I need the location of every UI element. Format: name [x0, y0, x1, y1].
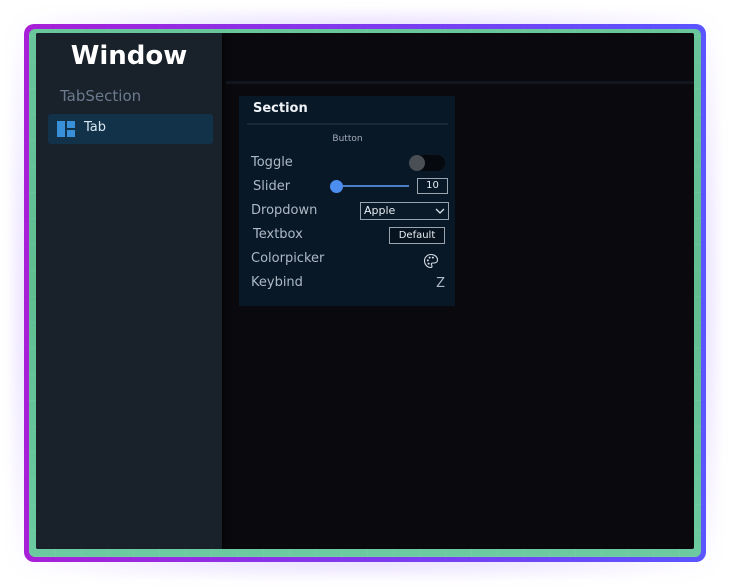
dropdown-selected-value: Apple [364, 204, 396, 217]
sidebar-tab-label: Tab [84, 120, 107, 135]
toggle-label: Toggle [251, 155, 293, 170]
slider-label: Slider [253, 179, 291, 194]
section-panel: Section Button Toggle Slider 10 Dropdown… [239, 96, 455, 306]
keybind-value[interactable]: Z [419, 276, 445, 291]
keybind-label: Keybind [251, 275, 303, 290]
slider-value[interactable]: 10 [417, 178, 448, 194]
sidebar: Window TabSection Tab [36, 33, 222, 549]
textbox-input[interactable]: Default [389, 227, 445, 244]
window-title: Window [70, 41, 188, 71]
dropdown-label: Dropdown [251, 203, 318, 218]
palette-icon[interactable] [423, 253, 439, 269]
section-title: Section [253, 101, 308, 116]
tab-section-label: TabSection [60, 87, 142, 105]
chevron-down-icon [435, 208, 445, 214]
slider-handle[interactable] [330, 180, 343, 193]
section-divider [247, 123, 448, 125]
sidebar-tab-tab[interactable]: Tab [48, 114, 213, 144]
textbox-label: Textbox [253, 227, 303, 242]
colorpicker-label: Colorpicker [251, 251, 325, 266]
toggle-knob [409, 155, 425, 171]
topbar-divider [226, 81, 694, 84]
toggle-switch[interactable] [409, 155, 445, 171]
layout-grid-icon [57, 121, 75, 137]
slider-track[interactable] [335, 185, 409, 187]
ui-window: Window TabSection Tab Section Button Tog… [36, 33, 694, 549]
section-button[interactable]: Button [247, 130, 448, 148]
dropdown-select[interactable]: Apple [360, 202, 449, 220]
